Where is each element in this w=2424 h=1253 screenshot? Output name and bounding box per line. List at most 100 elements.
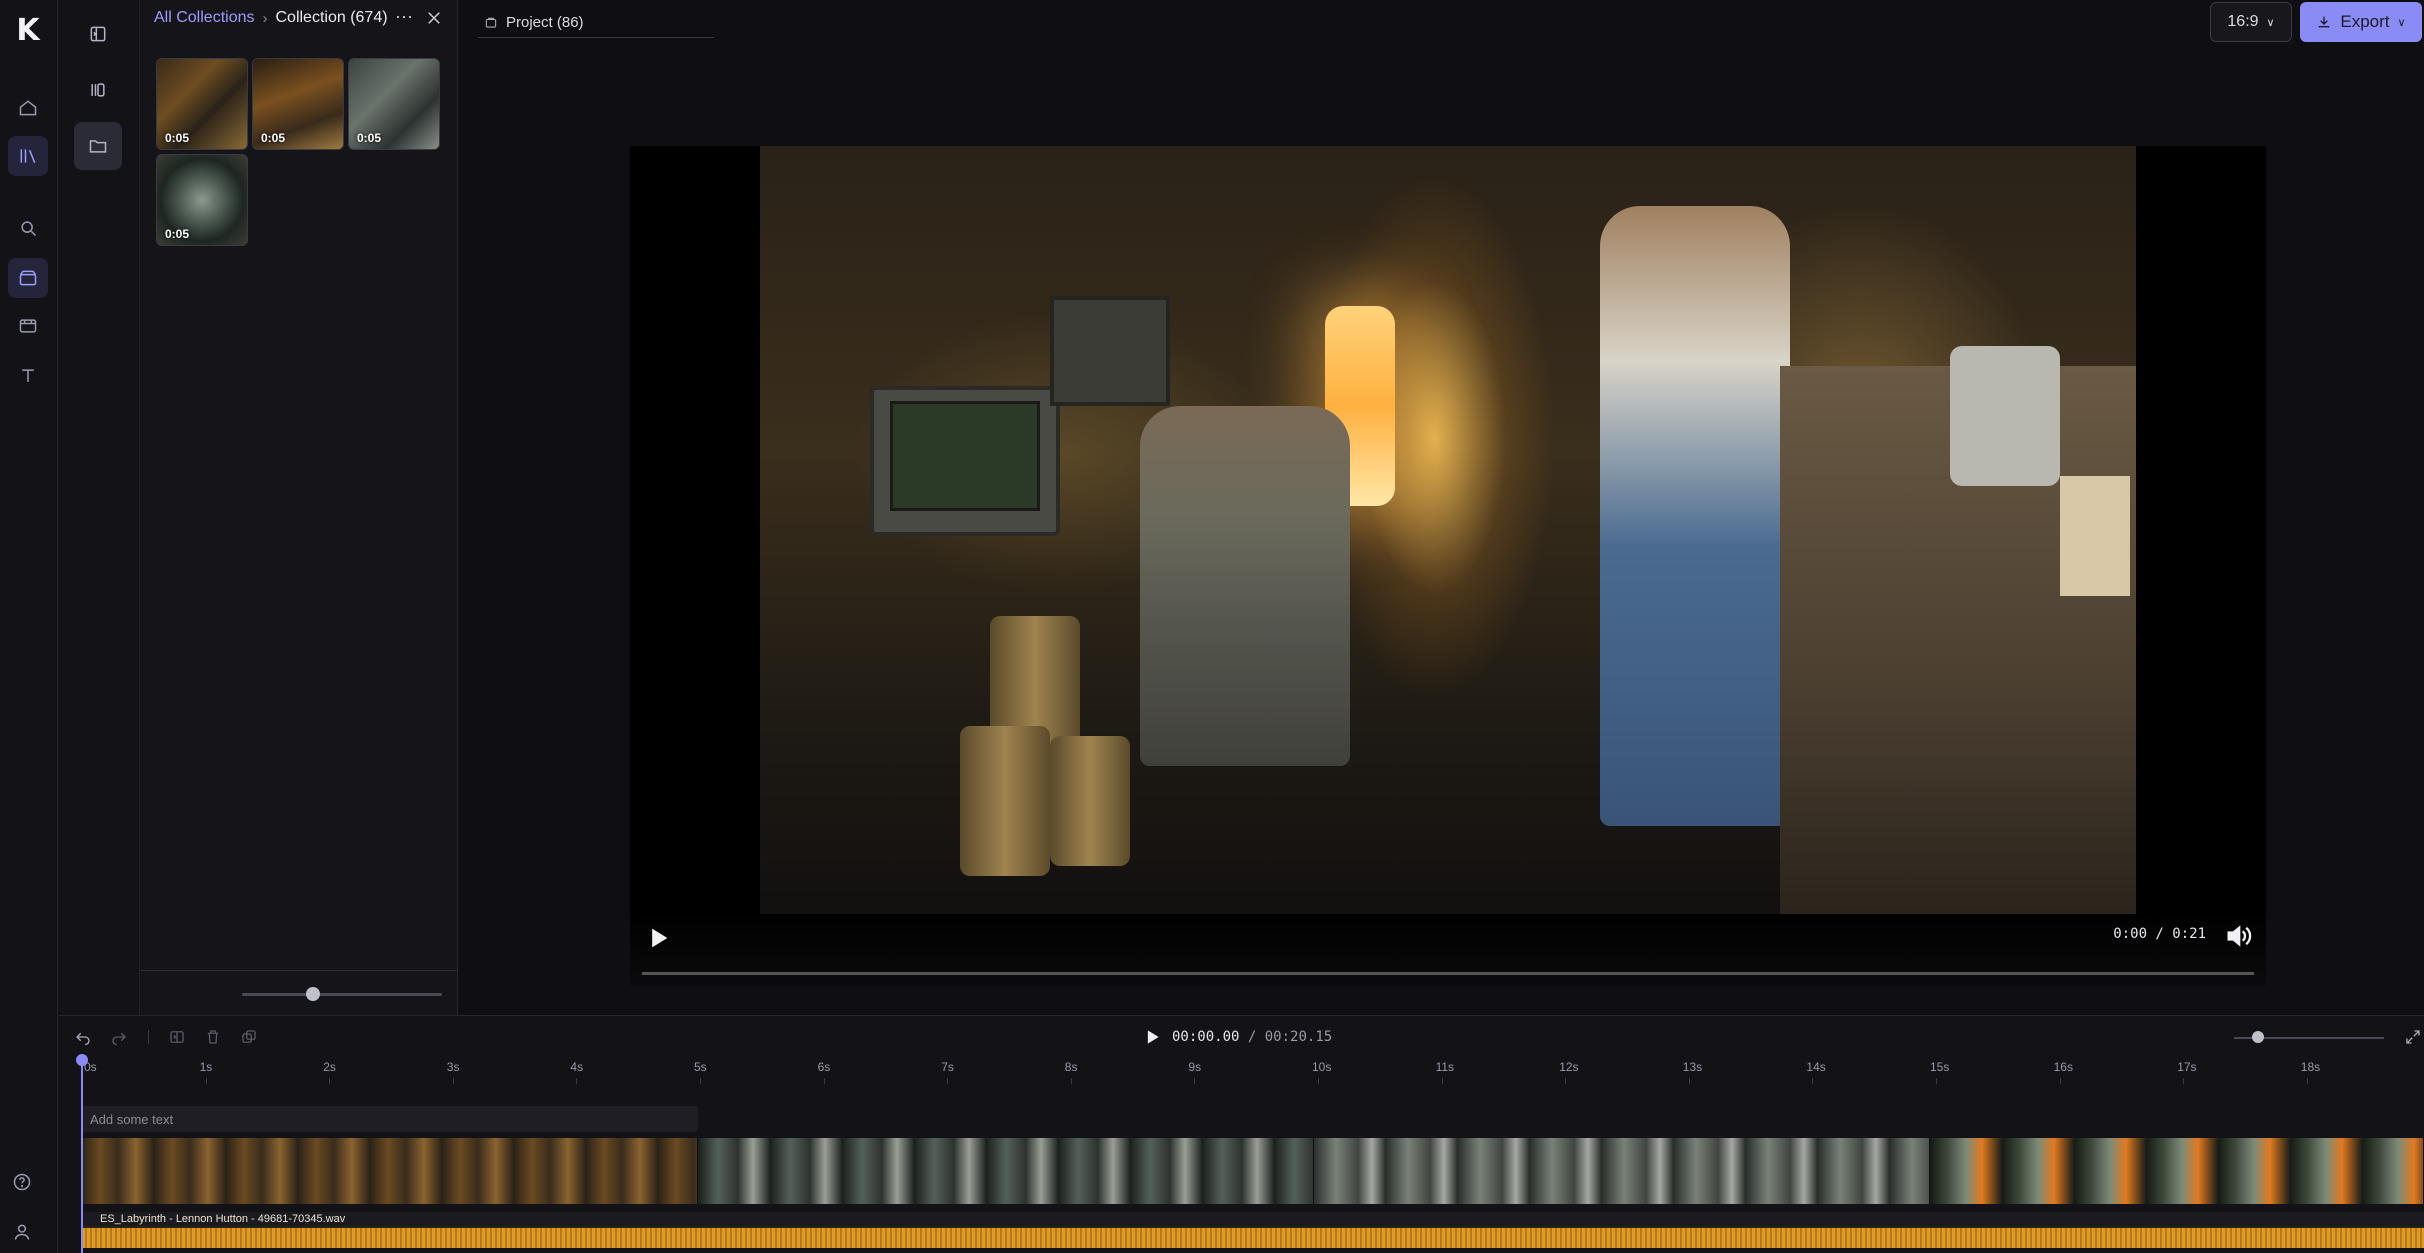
- thumbnail-size-handle[interactable]: [306, 987, 320, 1001]
- time-separator: /: [1247, 1029, 1257, 1045]
- ruler-tick: [1936, 1078, 1937, 1084]
- thumbnail-duration: 0:05: [165, 131, 190, 145]
- ruler-tick: [452, 1078, 454, 1084]
- sidebar-icon: [90, 26, 106, 42]
- text-track[interactable]: Add some text: [82, 1106, 698, 1132]
- media-thumbnail[interactable]: 0:05: [156, 58, 248, 150]
- projects-button[interactable]: [8, 258, 48, 298]
- timeline-zoom-handle[interactable]: [2252, 1031, 2264, 1043]
- stack-icon: [91, 83, 105, 97]
- aspect-ratio-select[interactable]: 16:9 ∨: [2210, 2, 2292, 42]
- more-options-button[interactable]: ⋯: [392, 6, 416, 30]
- timeline-time: 00:00.00 / 00:20.15: [1172, 1029, 1332, 1045]
- player-controls: 0:00 / 0:21: [630, 914, 2266, 986]
- playhead[interactable]: [81, 1056, 83, 1253]
- thumbnail-duration: 0:05: [261, 131, 286, 145]
- ruler-tick-label: 6s: [817, 1060, 831, 1074]
- ruler-tick-label: 11s: [1435, 1060, 1455, 1074]
- ruler-tick-label: 10s: [1312, 1060, 1332, 1074]
- video-clip[interactable]: [82, 1138, 698, 1204]
- play-icon[interactable]: [644, 924, 672, 952]
- video-preview[interactable]: [760, 146, 2136, 914]
- undo-icon: [76, 1032, 90, 1046]
- breadcrumb-all-collections[interactable]: All Collections: [154, 9, 254, 27]
- search-icon: [21, 221, 37, 237]
- close-panel-button[interactable]: [422, 6, 446, 30]
- ruler-tick: [2059, 1078, 2061, 1084]
- player-progress-bar[interactable]: [642, 972, 2254, 975]
- video-clip[interactable]: [698, 1138, 1314, 1204]
- ruler-tick: [205, 1078, 207, 1084]
- aspect-ratio-value: 16:9: [2227, 13, 2259, 30]
- user-icon[interactable]: [12, 1222, 32, 1242]
- timeline-total-time: 00:20.15: [1264, 1029, 1333, 1045]
- thumbnail-duration: 0:05: [357, 131, 382, 145]
- ruler-tick-label: 1s: [199, 1060, 213, 1074]
- ruler-tick-label: 2s: [323, 1060, 336, 1074]
- media-thumbnail[interactable]: 0:05: [156, 154, 248, 246]
- breadcrumb-current: Collection (674): [275, 9, 388, 26]
- ruler-tick-label: 12s: [1559, 1060, 1579, 1074]
- volume-icon[interactable]: [2224, 922, 2252, 950]
- video-clip[interactable]: [1930, 1138, 2424, 1204]
- ruler-tick: [947, 1078, 949, 1084]
- trash-icon: [207, 1030, 219, 1044]
- collections-view-button[interactable]: [74, 66, 122, 114]
- undo-button[interactable]: [72, 1026, 94, 1048]
- play-icon[interactable]: [1142, 1027, 1162, 1047]
- text-icon: [22, 369, 34, 382]
- search-button[interactable]: [8, 208, 48, 248]
- audio-track[interactable]: ES_Labyrinth - Lennon Hutton - 49681-703…: [82, 1212, 2424, 1248]
- redo-icon: [112, 1032, 126, 1046]
- text-button[interactable]: [8, 356, 48, 396]
- split-icon: [170, 1031, 184, 1043]
- timeline-current-time: 00:00.00: [1172, 1029, 1240, 1045]
- ruler-tick-label: 17s: [2177, 1060, 2197, 1074]
- clapperboard-icon: [19, 270, 37, 286]
- export-button[interactable]: Export ∨: [2300, 2, 2422, 42]
- close-icon: [428, 12, 440, 24]
- toggle-sidebar-button[interactable]: [74, 10, 122, 58]
- video-player: 0:00 / 0:21: [630, 146, 2266, 986]
- home-icon: [19, 100, 37, 116]
- ruler-tick: [1688, 1078, 1690, 1084]
- audio-clip-label: ES_Labyrinth - Lennon Hutton - 49681-703…: [82, 1212, 2424, 1226]
- toolbar-divider: [148, 1030, 149, 1044]
- ruler-tick: [329, 1078, 331, 1084]
- media-thumbnail[interactable]: 0:05: [252, 58, 344, 150]
- ruler-tick-label: 8s: [1064, 1060, 1078, 1074]
- split-button[interactable]: [166, 1026, 188, 1048]
- app-logo[interactable]: K: [8, 10, 48, 50]
- media-button[interactable]: [8, 306, 48, 346]
- expand-icon[interactable]: [2404, 1028, 2422, 1046]
- chevron-down-icon: ∨: [2266, 16, 2275, 29]
- ruler-tick-label: 7s: [941, 1060, 954, 1074]
- tab-project[interactable]: Project (86): [478, 8, 714, 38]
- folder-icon: [89, 140, 107, 153]
- player-time: 0:00 / 0:21: [2113, 926, 2206, 942]
- media-thumbnail[interactable]: 0:05: [348, 58, 440, 150]
- audio-clip-name: ES_Labyrinth - Lennon Hutton - 49681-703…: [100, 1213, 346, 1225]
- video-clip[interactable]: [1314, 1138, 1930, 1204]
- folder-button[interactable]: [74, 122, 122, 170]
- delete-button[interactable]: [202, 1026, 224, 1048]
- chevron-right-icon: ›: [262, 9, 268, 27]
- ruler-tick-label: 16s: [2053, 1060, 2073, 1074]
- redo-button[interactable]: [108, 1026, 130, 1048]
- home-button[interactable]: [8, 88, 48, 128]
- audio-waveform: [82, 1228, 2424, 1248]
- collection-panel: All Collections › Collection (674) ⋯ 0:0…: [140, 0, 458, 1015]
- ruler-tick: [1812, 1078, 1814, 1084]
- text-track-placeholder: Add some text: [90, 1112, 174, 1127]
- duplicate-button[interactable]: [238, 1026, 260, 1048]
- timeline-ruler[interactable]: 0s 1s 2s 3s 4s 5s 6s 7s 8s 9s 10s 11s 12s 13s 14s 15s 16…: [82, 1054, 2422, 1084]
- main-nav-rail: K: [0, 0, 58, 1253]
- ruler-tick: [823, 1078, 825, 1084]
- help-icon[interactable]: [12, 1172, 32, 1192]
- ruler-tick: [1565, 1078, 1567, 1084]
- thumbnail-size-slider[interactable]: [242, 993, 442, 996]
- library-button[interactable]: [8, 136, 48, 176]
- film-icon: [19, 319, 37, 333]
- playhead-handle[interactable]: [76, 1054, 88, 1066]
- ruler-tick: [1194, 1078, 1196, 1084]
